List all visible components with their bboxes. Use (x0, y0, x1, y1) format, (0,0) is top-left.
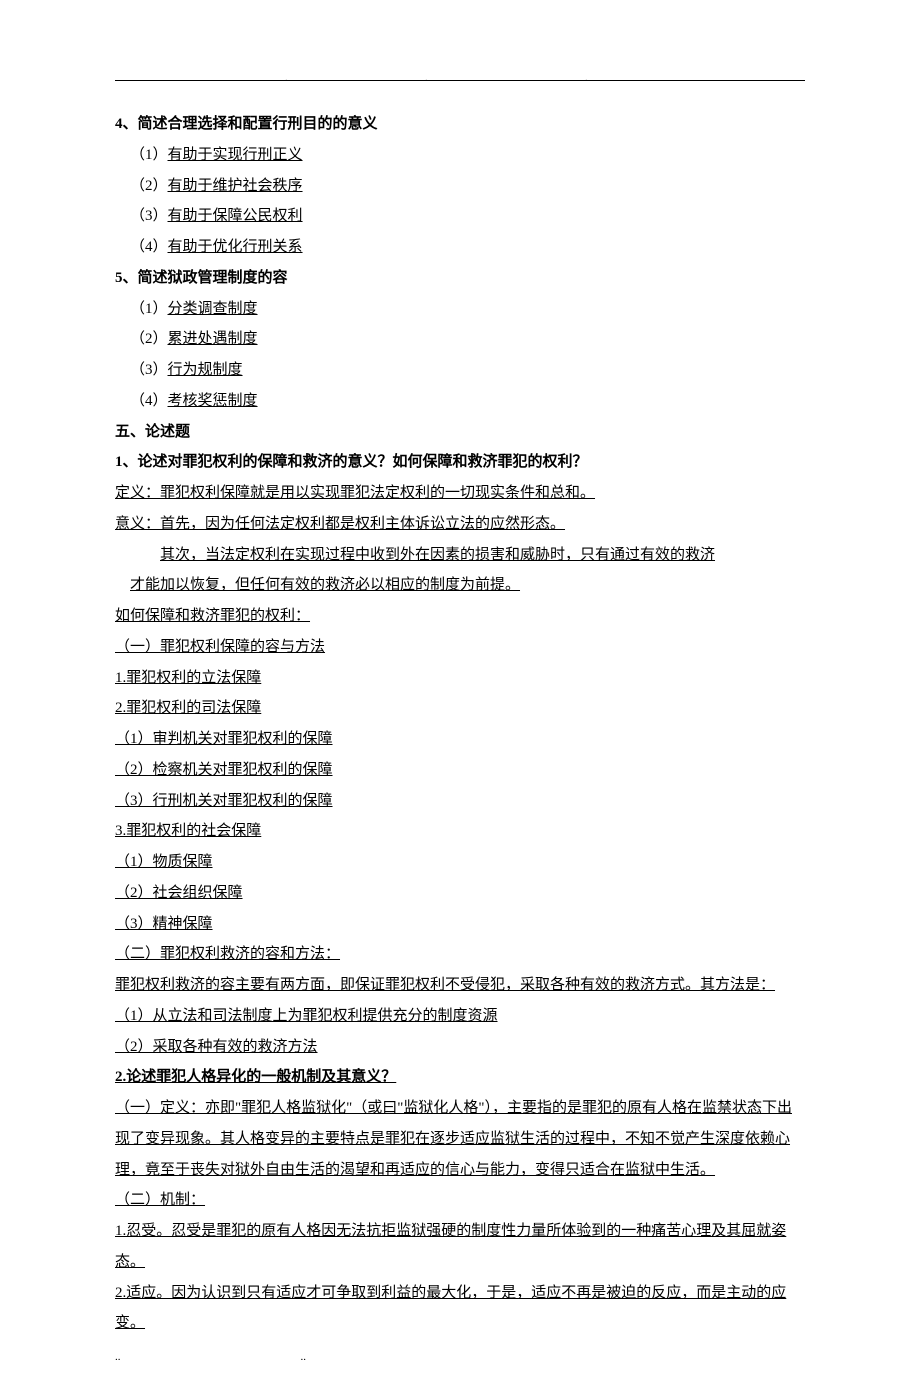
item-num: （4） (130, 393, 168, 409)
essay1-a1: 1.罪犯权利的立法保障 (115, 663, 805, 694)
q5-item: （4）考核奖惩制度 (115, 386, 805, 417)
q4-item: （2）有助于维护社会秩序 (115, 171, 805, 202)
q5-title: 5、简述狱政管理制度的容 (115, 263, 805, 294)
essay1-a-head: （一）罪犯权利保障的容与方法 (115, 632, 805, 663)
q4-title: 4、简述合理选择和配置行刑目的的意义 (115, 109, 805, 140)
essay2-mech2: 2.适应。因为认识到只有适应才可争取到利益的最大化，于是，适应不再是被迫的反应，… (115, 1278, 805, 1340)
item-text: 有助于优化行刑关系 (168, 239, 303, 255)
essay1-a2-2: （2）检察机关对罪犯权利的保障 (115, 755, 805, 786)
q4-item: （4）有助于优化行刑关系 (115, 232, 805, 263)
essay1-b2: （2）采取各种有效的救济方法 (115, 1032, 805, 1063)
item-num: （1） (130, 147, 168, 163)
item-num: （4） (130, 239, 168, 255)
document-page: ... 4、简述合理选择和配置行刑目的的意义 （1）有助于实现行刑正义 （2）有… (0, 0, 920, 1399)
essay2-mech1: 1.忍受。忍受是罪犯的原有人格因无法抗拒监狱强硬的制度性力量所体验到的一种痛苦心… (115, 1216, 805, 1278)
q5-item: （1）分类调查制度 (115, 294, 805, 325)
essay1-meaning-2: 其次，当法定权利在实现过程中收到外在因素的损害和威胁时，只有通过有效的救济 (115, 540, 805, 571)
item-text: 有助于维护社会秩序 (168, 178, 303, 194)
essay1-b-body: 罪犯权利救济的容主要有两方面，即保证罪犯权利不受侵犯，采取各种有效的救济方式。其… (115, 970, 805, 1001)
essay1-a2-3: （3）行刑机关对罪犯权利的保障 (115, 786, 805, 817)
item-text: 分类调查制度 (168, 301, 258, 317)
essay1-a2-1: （1）审判机关对罪犯权利的保障 (115, 724, 805, 755)
item-text: 有助于实现行刑正义 (168, 147, 303, 163)
essay1-a3-3: （3）精神保障 (115, 909, 805, 940)
essay1-a2: 2.罪犯权利的司法保障 (115, 693, 805, 724)
q4-item: （1）有助于实现行刑正义 (115, 140, 805, 171)
essay1-a3: 3.罪犯权利的社会保障 (115, 816, 805, 847)
item-text: 考核奖惩制度 (168, 393, 258, 409)
item-num: （2） (130, 178, 168, 194)
item-num: （3） (130, 362, 168, 378)
item-text: 有助于保障公民权利 (168, 208, 303, 224)
essay2-title: 2.论述罪犯人格异化的一般机制及其意义？ (115, 1062, 805, 1093)
q4-item: （3）有助于保障公民权利 (115, 201, 805, 232)
item-num: （2） (130, 331, 168, 347)
q5-item: （2）累进处遇制度 (115, 324, 805, 355)
essay1-definition: 定义：罪犯权利保障就是用以实现罪犯法定权利的一切现实条件和总和。 (115, 478, 805, 509)
essay1-a3-2: （2）社会组织保障 (115, 878, 805, 909)
item-text: 累进处遇制度 (168, 331, 258, 347)
essay2-mech-head: （二）机制： (115, 1185, 805, 1216)
q5-item: （3）行为规制度 (115, 355, 805, 386)
essay1-meaning-1: 意义：首先，因为任何法定权利都是权利主体诉讼立法的应然形态。 (115, 509, 805, 540)
essay1-how-label: 如何保障和救济罪犯的权利： (115, 601, 805, 632)
essay1-b1: （1）从立法和司法制度上为罪犯权利提供充分的制度资源 (115, 1001, 805, 1032)
footer-dots: .... (115, 1346, 306, 1369)
item-num: （1） (130, 301, 168, 317)
essay1-a3-1: （1）物质保障 (115, 847, 805, 878)
essay2-definition: （一）定义：亦即"罪犯人格监狱化"（或曰"监狱化人格"），主要指的是罪犯的原有人… (115, 1093, 805, 1185)
item-num: （3） (130, 208, 168, 224)
essay1-meaning-3: 才能加以恢复，但任何有效的救济必以相应的制度为前提。 (115, 570, 805, 601)
essay1-title: 1、论述对罪犯权利的保障和救济的意义？如何保障和救济罪犯的权利？ (115, 447, 805, 478)
item-text: 行为规制度 (168, 362, 243, 378)
section5-title: 五、论述题 (115, 417, 805, 448)
header-rule: ... (115, 80, 805, 81)
essay1-b-head: （二）罪犯权利救济的容和方法： (115, 939, 805, 970)
